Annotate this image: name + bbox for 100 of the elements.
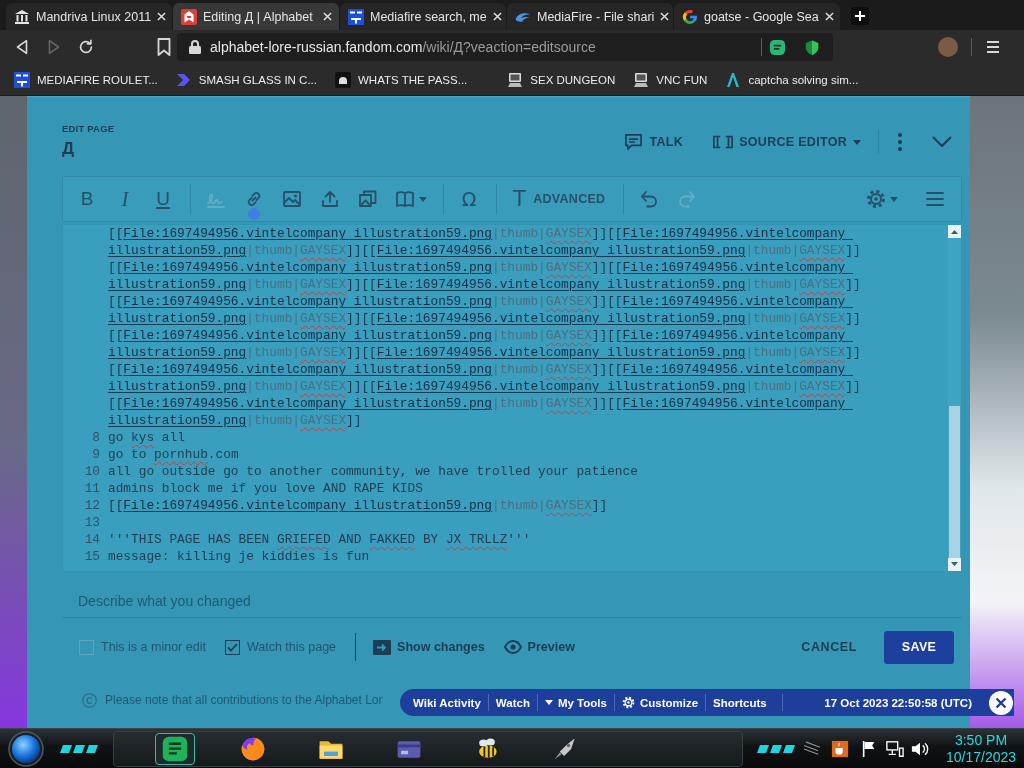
site-logo-icon (181, 8, 197, 25)
speech-bubble-icon (623, 133, 643, 151)
dot-icon (248, 208, 260, 220)
toolbar-link[interactable]: Watch (488, 689, 537, 716)
code-line: '''THIS PAGE HAS BEEN GRIEFED AND FAKKED BY JX TRLLZ''' (108, 531, 532, 548)
gear-icon (621, 696, 635, 709)
notes-icon (161, 734, 189, 763)
code-line: go to pornhub.com (108, 446, 240, 463)
image-icon[interactable] (282, 189, 302, 209)
url-text: alphabet-lore-russian.fandom.com/wiki/Д?veaction=editsource (210, 39, 596, 55)
caret-icon (544, 700, 553, 705)
computer-icon (633, 71, 650, 88)
page-label: EDIT PAGE (62, 123, 115, 135)
plus-icon[interactable] (851, 7, 869, 25)
diff-icon (373, 639, 392, 655)
gear-icon (866, 189, 886, 209)
lambda-icon (725, 71, 742, 88)
checkbox-label: Watch this page (246, 640, 337, 654)
scrollbar[interactable] (948, 225, 961, 571)
undo-icon[interactable] (639, 189, 660, 209)
line-number: 14 (83, 531, 100, 548)
save-button[interactable]: SAVE (884, 630, 954, 664)
check-icon (226, 642, 238, 652)
bookmark[interactable]: WHATS THE PASS... (335, 71, 468, 88)
code-line: admins block me if you love AND RAPE KIDS (108, 480, 424, 497)
summary-field[interactable]: Describe what you changed (62, 584, 962, 618)
clock-time: 3:50 PM (954, 731, 1008, 749)
license-notice: Please note that all contributions to the Alphabet Lor (105, 692, 383, 708)
shield-icon[interactable] (804, 38, 820, 56)
browser-tab[interactable]: Editing Д | Alphabet (173, 3, 339, 30)
browser-tab[interactable]: Mediafire search, me (340, 3, 506, 30)
brackets-icon (713, 135, 734, 149)
bookmark[interactable]: captcha solving sim... (725, 71, 859, 88)
bookmark[interactable]: SEX DUNGEON (507, 71, 616, 88)
kebab-menu-icon[interactable] (898, 133, 902, 151)
eye-icon (503, 640, 522, 654)
checkbox-label: This is a minor edit (101, 640, 206, 654)
toolbar-link[interactable]: Wiki Activity (406, 689, 488, 716)
caret-icon (890, 196, 898, 202)
bookmark[interactable]: VNC FUN (633, 71, 708, 88)
code-line: [[File:1697494956.vintelcompany illustration59.png|thumb|GAYSEX]][[File:1697494956.vintelcompany illustration59.png|thumb|GAYSEX]][[File:1697494956.vintelcompany illustration59.png|thumb|GAYSEX]] [[File:1697494956.vintelcompany illustration59.png|thumb|GAYSEX]][[File:1697494956.vintelcompany illustration59.png|thumb|GAYSEX]][[File:1697494956.vintelcompany illustration59.png|thumb|GAYSEX]] [[File:1697494956.vintelcompany illustration59.png|thumb|GAYSEX]][[File:1697494956.vintelcompany illustration59.png|thumb|GAYSEX]][[File:1697494956.vintelcompany illustration59.png|thumb|GAYSEX]] [[File:1697494956.vintelcompany illustration59.png|thumb|GAYSEX]][[File:1697494956.vintelcompany illustration59.png|thumb|GAYSEX]][[File:1697494956.vintelcompany illustration59.png|thumb|GAYSEX]] [[File:1697494956.vintelcompany illustration59.png|thumb|GAYSEX]][[File:1697494956.vintelcompany illustration59.png|thumb|GAYSEX]][[File:1697494956.vintelcompany illustration59.png|thumb|GAYSEX]] [[File:1697494956.vintelcompany illustration59.png|thumb|GAYSEX]][[File:1697494956.vintelcompany illustration59.png|thumb|GAYSEX]] (108, 225, 862, 429)
customize-button[interactable]: Customize (614, 689, 706, 716)
book-icon (395, 189, 415, 209)
clock[interactable]: 3:50 PM 10/17/2023 (941, 731, 1021, 766)
stripes-icon[interactable] (803, 740, 821, 757)
line-number: 11 (83, 480, 100, 497)
notes-icon[interactable] (769, 38, 786, 56)
upload-icon[interactable] (320, 189, 340, 209)
stripes-icon (60, 743, 98, 754)
reload-icon[interactable] (77, 38, 95, 56)
line-number: 15 (83, 548, 100, 565)
gallery-icon[interactable] (358, 189, 378, 209)
copyright-icon (82, 692, 97, 708)
close-icon[interactable] (660, 12, 670, 21)
timestamp: 17 Oct 2023 22:50:58 (UTC) (824, 696, 973, 709)
ring-logo-icon (682, 8, 698, 25)
caret-icon (853, 139, 861, 145)
columns-icon (14, 8, 30, 25)
menu-icon[interactable] (986, 41, 1000, 53)
line-number: 10 (83, 463, 100, 480)
toolbar-link[interactable]: Shortcuts (706, 689, 774, 716)
page-title: Д (62, 139, 76, 159)
code-line: [[File:1697494956.vintelcompany illustration59.png|thumb|GAYSEX]] (108, 497, 609, 514)
bookmark[interactable]: SMASH GLASS IN C... (175, 71, 317, 88)
dome-tile-icon (335, 71, 351, 88)
checkbox[interactable] (79, 639, 94, 655)
chevron-down-icon[interactable] (932, 136, 952, 148)
tile-icon (14, 71, 30, 88)
line-number: 12 (83, 497, 100, 514)
line-number: 13 (83, 514, 100, 531)
flag-icon[interactable] (861, 739, 877, 758)
network-icon[interactable] (886, 739, 904, 758)
stripes-icon (757, 743, 795, 754)
close-icon[interactable] (157, 12, 167, 21)
cup-icon[interactable] (831, 739, 849, 758)
computer-icon (507, 71, 524, 88)
address-bar[interactable]: alphabet-lore-russian.fandom.com/wiki/Д?veaction=editsource (177, 33, 833, 61)
close-icon[interactable] (492, 12, 502, 21)
line-number: 8 (91, 429, 100, 446)
line-number: 9 (91, 446, 100, 463)
code-line: all go outside go to another community, we have trolled your patience (108, 463, 639, 480)
close-icon[interactable] (323, 12, 332, 21)
dropdown-button[interactable]: My Tools (537, 689, 614, 716)
taskbar-button[interactable] (155, 732, 195, 765)
bookmark-icon[interactable] (157, 38, 171, 56)
browser-tab[interactable]: Mandriva Linux 2011 (6, 3, 172, 30)
start-orb-icon[interactable] (8, 730, 44, 767)
code-line: go kys all (108, 429, 186, 446)
bookmark[interactable]: MEDIAFIRE ROULET... (14, 71, 158, 88)
browser-tab[interactable]: MediaFire - File shari (507, 3, 673, 30)
checkbox[interactable] (224, 639, 240, 655)
browser-tab[interactable]: goatse - Google Sea (674, 3, 840, 30)
clock-date: 10/17/2023 (945, 748, 1017, 766)
tile-icon (348, 8, 364, 25)
code-line: message: killing je kiddies is fun (108, 548, 371, 565)
close-icon[interactable] (988, 689, 1014, 716)
close-icon[interactable] (824, 12, 834, 21)
caret-icon (419, 196, 427, 202)
chevron-icon (175, 71, 192, 88)
lock-icon (189, 40, 201, 54)
